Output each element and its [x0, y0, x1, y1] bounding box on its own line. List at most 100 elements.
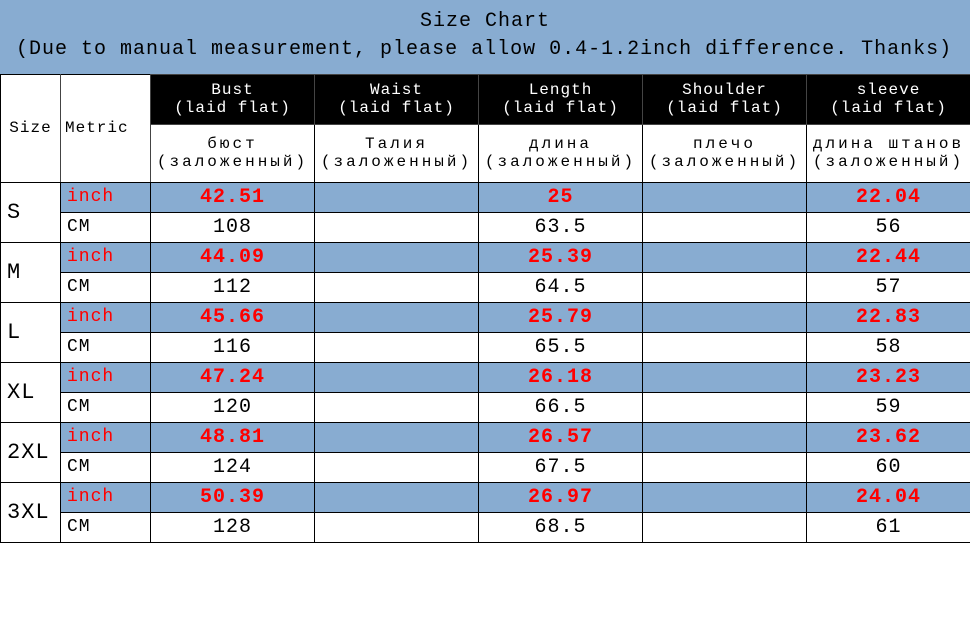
size-label: XL [1, 362, 61, 422]
value-inch-sleeve: 24.04 [807, 482, 970, 512]
size-label: 2XL [1, 422, 61, 482]
value-inch-waist [315, 362, 479, 392]
value-cm-sleeve: 56 [807, 212, 970, 242]
value-inch-bust: 48.81 [151, 422, 315, 452]
metric-label-cm: CM [61, 212, 151, 242]
data-row-inch: XLinch47.2426.1823.23 [1, 362, 970, 392]
col-head-bust: Bust(laid flat) [151, 75, 315, 125]
col-head-ru-waist: Талия (заложенный) [315, 124, 479, 182]
value-cm-length: 64.5 [479, 272, 643, 302]
value-inch-shoulder [643, 302, 807, 332]
chart-note: (Due to manual measurement, please allow… [0, 36, 970, 64]
header-row-en: SizeMetricBust(laid flat)Waist(laid flat… [1, 75, 970, 125]
value-inch-sleeve: 23.62 [807, 422, 970, 452]
value-inch-length: 26.97 [479, 482, 643, 512]
value-cm-length: 66.5 [479, 392, 643, 422]
chart-title: Size Chart [0, 8, 970, 36]
size-label: S [1, 182, 61, 242]
value-cm-sleeve: 60 [807, 452, 970, 482]
value-inch-bust: 42.51 [151, 182, 315, 212]
col-head-size: Size [1, 75, 61, 183]
metric-label-cm: CM [61, 332, 151, 362]
value-cm-waist [315, 512, 479, 542]
value-cm-shoulder [643, 332, 807, 362]
value-inch-bust: 50.39 [151, 482, 315, 512]
value-cm-waist [315, 212, 479, 242]
value-inch-length: 25.79 [479, 302, 643, 332]
value-inch-length: 26.18 [479, 362, 643, 392]
value-cm-length: 63.5 [479, 212, 643, 242]
value-inch-waist [315, 422, 479, 452]
metric-label-inch: inch [61, 242, 151, 272]
data-row-cm: CM120 66.5 59 [1, 392, 970, 422]
data-row-inch: Sinch42.512522.04 [1, 182, 970, 212]
metric-label-inch: inch [61, 482, 151, 512]
col-head-ru-shoulder: плечо (заложенный) [643, 124, 807, 182]
size-label: L [1, 302, 61, 362]
value-cm-waist [315, 332, 479, 362]
metric-label-inch: inch [61, 422, 151, 452]
value-inch-length: 25 [479, 182, 643, 212]
value-cm-bust: 112 [151, 272, 315, 302]
data-row-inch: Minch44.0925.3922.44 [1, 242, 970, 272]
value-cm-bust: 120 [151, 392, 315, 422]
metric-label-cm: CM [61, 272, 151, 302]
value-inch-bust: 44.09 [151, 242, 315, 272]
value-cm-shoulder [643, 512, 807, 542]
col-head-ru-bust: бюст (заложенный) [151, 124, 315, 182]
value-cm-waist [315, 272, 479, 302]
col-head-ru-sleeve: длина штанов (заложенный) [807, 124, 970, 182]
chart-header: Size Chart (Due to manual measurement, p… [0, 0, 970, 74]
value-inch-waist [315, 482, 479, 512]
col-head-ru-length: длина (заложенный) [479, 124, 643, 182]
value-cm-waist [315, 392, 479, 422]
value-inch-bust: 47.24 [151, 362, 315, 392]
value-inch-sleeve: 22.83 [807, 302, 970, 332]
value-cm-sleeve: 58 [807, 332, 970, 362]
size-chart-table: SizeMetricBust(laid flat)Waist(laid flat… [0, 74, 970, 543]
value-cm-bust: 108 [151, 212, 315, 242]
value-inch-sleeve: 23.23 [807, 362, 970, 392]
value-cm-bust: 128 [151, 512, 315, 542]
col-head-waist: Waist(laid flat) [315, 75, 479, 125]
col-head-sleeve: sleeve(laid flat) [807, 75, 970, 125]
value-cm-shoulder [643, 392, 807, 422]
value-cm-bust: 116 [151, 332, 315, 362]
metric-label-cm: CM [61, 512, 151, 542]
data-row-cm: CM11264.557 [1, 272, 970, 302]
value-cm-waist [315, 452, 479, 482]
value-cm-sleeve: 61 [807, 512, 970, 542]
value-cm-bust: 124 [151, 452, 315, 482]
value-inch-waist [315, 302, 479, 332]
value-inch-shoulder [643, 362, 807, 392]
value-cm-sleeve: 59 [807, 392, 970, 422]
data-row-cm: CM11665.558 [1, 332, 970, 362]
data-row-cm: CM108 63.5 56 [1, 212, 970, 242]
metric-label-inch: inch [61, 182, 151, 212]
value-inch-shoulder [643, 182, 807, 212]
size-label: M [1, 242, 61, 302]
col-head-shoulder: Shoulder(laid flat) [643, 75, 807, 125]
data-row-inch: Linch45.6625.7922.83 [1, 302, 970, 332]
value-cm-shoulder [643, 272, 807, 302]
value-inch-shoulder [643, 422, 807, 452]
value-inch-shoulder [643, 242, 807, 272]
value-inch-shoulder [643, 482, 807, 512]
col-head-metric: Metric [61, 75, 151, 183]
data-row-cm: CM12868.561 [1, 512, 970, 542]
data-row-inch: 3XLinch50.3926.9724.04 [1, 482, 970, 512]
metric-label-cm: CM [61, 392, 151, 422]
value-inch-waist [315, 242, 479, 272]
value-inch-length: 26.57 [479, 422, 643, 452]
value-inch-bust: 45.66 [151, 302, 315, 332]
metric-label-cm: CM [61, 452, 151, 482]
col-head-length: Length(laid flat) [479, 75, 643, 125]
value-inch-waist [315, 182, 479, 212]
data-row-inch: 2XLinch48.8126.5723.62 [1, 422, 970, 452]
metric-label-inch: inch [61, 362, 151, 392]
value-cm-length: 67.5 [479, 452, 643, 482]
value-inch-sleeve: 22.44 [807, 242, 970, 272]
value-inch-length: 25.39 [479, 242, 643, 272]
value-cm-shoulder [643, 212, 807, 242]
metric-label-inch: inch [61, 302, 151, 332]
